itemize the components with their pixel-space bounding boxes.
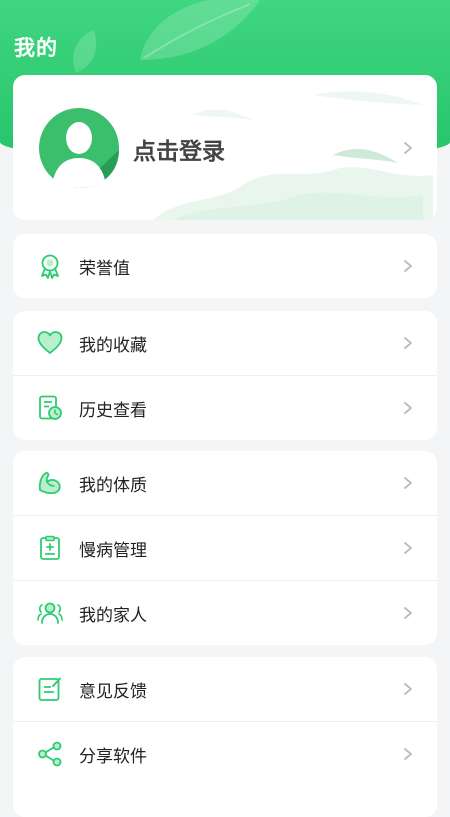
menu-item-label: 慢病管理: [79, 541, 147, 561]
menu-item-constitution[interactable]: 我的体质: [13, 451, 437, 516]
chevron-right-icon: [404, 542, 412, 554]
arm-muscle-icon: [38, 472, 61, 495]
menu-item-history[interactable]: 历史查看: [13, 376, 437, 440]
chevron-right-icon: [404, 477, 412, 489]
menu-item-honor[interactable]: 荣誉值: [13, 234, 437, 298]
feedback-edit-icon: [38, 677, 61, 701]
menu-item-label: 我的收藏: [79, 336, 147, 356]
chevron-right-icon: [404, 748, 412, 760]
avatar-icon[interactable]: [39, 108, 119, 188]
chevron-right-icon: [404, 337, 412, 349]
page-title: 我的: [14, 36, 58, 60]
login-card[interactable]: 点击登录: [13, 75, 437, 220]
menu-item-label: 分享软件: [79, 747, 147, 767]
menu-card-misc: 意见反馈 分享软件: [13, 657, 437, 817]
menu-item-share[interactable]: 分享软件: [13, 722, 437, 786]
menu-item-label: 历史查看: [79, 401, 147, 421]
menu-card-health: 我的体质 慢病管理 我的家人: [13, 451, 437, 645]
leaf-decoration-large: [140, 0, 260, 60]
menu-item-favorites[interactable]: 我的收藏: [13, 311, 437, 376]
heart-icon: [37, 331, 63, 354]
medal-icon: [41, 254, 59, 279]
chevron-right-icon: [404, 683, 412, 695]
menu-item-chronic[interactable]: 慢病管理: [13, 516, 437, 581]
chevron-right-icon: [404, 142, 412, 154]
menu-item-label: 我的家人: [79, 606, 147, 626]
leaf-decoration-small: [73, 30, 97, 73]
menu-item-label: 我的体质: [79, 476, 147, 496]
chevron-right-icon: [404, 402, 412, 414]
clipboard-medical-icon: [40, 535, 60, 560]
chevron-right-icon: [404, 260, 412, 272]
menu-item-feedback[interactable]: 意见反馈: [13, 657, 437, 722]
menu-card-records: 我的收藏 历史查看: [13, 311, 437, 440]
menu-item-label: 荣誉值: [79, 259, 130, 279]
menu-card-honor: 荣誉值: [13, 234, 437, 298]
menu-item-family[interactable]: 我的家人: [13, 581, 437, 645]
menu-item-label: 意见反馈: [79, 682, 147, 702]
login-label[interactable]: 点击登录: [133, 132, 225, 166]
chevron-right-icon: [404, 607, 412, 619]
family-users-icon: [37, 602, 63, 624]
history-document-icon: [39, 395, 62, 420]
share-icon: [38, 741, 62, 767]
